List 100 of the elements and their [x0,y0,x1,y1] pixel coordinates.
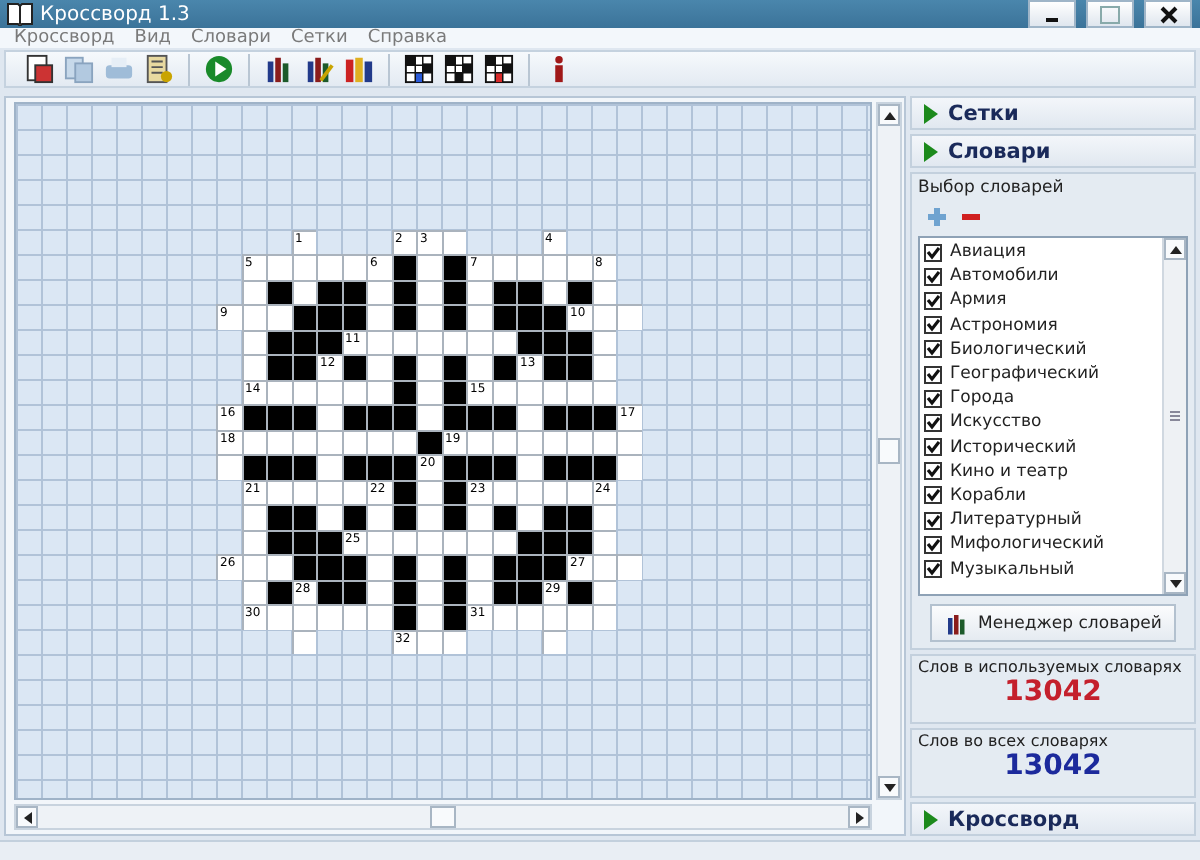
crossword-cell[interactable] [416,554,441,579]
checkbox[interactable] [924,511,942,530]
crossword-cell[interactable] [241,329,266,354]
scroll-up-button[interactable] [1164,238,1186,260]
crossword-cell[interactable] [416,479,441,504]
crossword-cell[interactable] [291,629,316,654]
crossword-cell[interactable] [491,254,516,279]
crossword-cell[interactable] [416,354,441,379]
crossword-cell[interactable] [516,404,541,429]
crossword-cell[interactable] [466,554,491,579]
crossword-cell[interactable] [266,379,291,404]
checkbox[interactable] [924,389,942,408]
crossword-cell[interactable] [416,254,441,279]
crossword-cell[interactable] [416,329,441,354]
crossword-cell[interactable] [416,504,441,529]
books-stack-icon[interactable] [342,52,376,86]
crossword-cell[interactable] [416,304,441,329]
crossword-cell[interactable] [316,504,341,529]
crossword-cell[interactable] [466,354,491,379]
scroll-up-button[interactable] [878,104,900,126]
dictionary-label[interactable]: Музыкальный [950,559,1075,580]
crossword-cell[interactable] [616,429,641,454]
calculator-icon[interactable] [142,52,176,86]
crossword-cell[interactable] [266,429,291,454]
crossword-cell[interactable] [416,579,441,604]
dictionary-label[interactable]: Мифологический [950,534,1105,555]
crossword-cell[interactable] [566,379,591,404]
crossword-cell[interactable] [416,604,441,629]
grid-icon[interactable] [442,52,476,86]
crossword-cell[interactable] [366,304,391,329]
crossword-cell[interactable] [366,429,391,454]
crossword-cell[interactable] [241,354,266,379]
menu-item[interactable]: Словари [181,28,281,48]
horizontal-scrollbar[interactable] [14,804,872,830]
crossword-cell[interactable] [266,604,291,629]
crossword-cell[interactable] [316,379,341,404]
crossword-cell[interactable] [541,254,566,279]
crossword-cell[interactable] [241,579,266,604]
scroll-down-button[interactable] [1164,572,1186,594]
grid-icon[interactable] [482,52,516,86]
crossword-cell[interactable] [566,604,591,629]
crossword-cell[interactable] [466,329,491,354]
crossword-cell[interactable] [266,479,291,504]
plus-icon[interactable] [926,206,948,228]
dictionary-label[interactable]: Искусство [950,412,1042,433]
checkbox[interactable] [924,291,942,310]
crossword-cell[interactable] [266,254,291,279]
crossword-cell[interactable] [266,554,291,579]
crossword-cell[interactable] [616,304,641,329]
scroll-right-button[interactable] [848,806,870,828]
checkbox[interactable] [924,413,942,432]
crossword-cell[interactable] [366,604,391,629]
crossword-cell[interactable] [416,629,441,654]
crossword-cell[interactable] [316,454,341,479]
dictionary-label[interactable]: Автомобили [950,266,1059,287]
crossword-cell[interactable] [316,479,341,504]
play-icon[interactable] [202,52,236,86]
vertical-scrollbar[interactable] [876,102,902,800]
section-header[interactable]: Кроссворд [910,802,1196,836]
crossword-cell[interactable] [416,529,441,554]
crossword-cell[interactable] [591,604,616,629]
checkbox[interactable] [924,560,942,579]
crossword-cell[interactable] [591,354,616,379]
minimize-button[interactable] [1028,0,1076,28]
crossword-cell[interactable] [591,554,616,579]
crossword-cell[interactable] [466,504,491,529]
crossword-cell[interactable] [516,604,541,629]
crossword-cell[interactable] [466,304,491,329]
section-header[interactable]: Сетки [910,96,1196,130]
crossword-cell[interactable] [341,254,366,279]
crossword-cell[interactable] [616,554,641,579]
crossword-cell[interactable] [216,454,241,479]
dictionary-label[interactable]: Авиация [950,242,1026,263]
checkbox[interactable] [924,365,942,384]
crossword-cell[interactable] [516,254,541,279]
crossword-cell[interactable] [241,529,266,554]
crossword-cell[interactable] [566,254,591,279]
checkbox[interactable] [924,462,942,481]
books-pencil-icon[interactable] [302,52,336,86]
dictionary-label[interactable]: Биологический [950,339,1087,360]
crossword-cell[interactable] [316,404,341,429]
crossword-cell[interactable] [591,304,616,329]
checkbox[interactable] [924,243,942,262]
scroll-left-button[interactable] [16,806,38,828]
crossword-cell[interactable] [466,429,491,454]
crossword-cell[interactable] [316,429,341,454]
checkbox[interactable] [924,438,942,457]
crossword-cell[interactable] [516,379,541,404]
dictionary-label[interactable]: Корабли [950,485,1027,506]
crossword-cell[interactable] [366,379,391,404]
crossword-cell[interactable] [366,329,391,354]
crossword-cell[interactable] [491,604,516,629]
crossword-cell[interactable] [366,279,391,304]
close-button[interactable] [1144,0,1192,28]
crossword-cell[interactable] [316,604,341,629]
crossword-cell[interactable] [541,629,566,654]
crossword-cell[interactable] [241,554,266,579]
scroll-down-button[interactable] [878,776,900,798]
checkbox[interactable] [924,316,942,335]
checkbox[interactable] [924,340,942,359]
